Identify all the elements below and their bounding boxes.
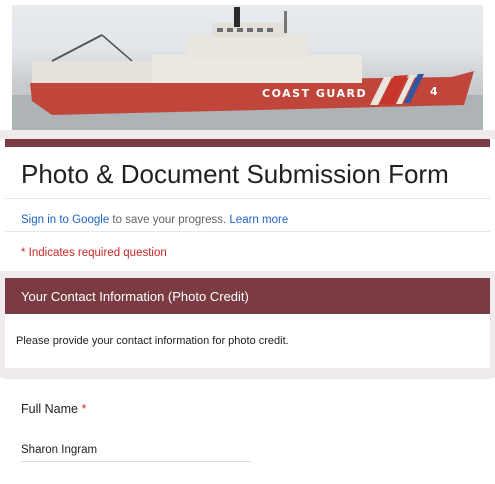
hull-text: COAST GUARD <box>262 87 367 100</box>
title-divider <box>5 198 490 199</box>
question-card-full-name: Full Name * <box>5 378 490 484</box>
section-description-card: Please provide your contact information … <box>5 314 490 368</box>
learn-more-link[interactable]: Learn more <box>229 214 288 226</box>
header-banner-image: COAST GUARD 4 <box>12 5 483 130</box>
ship-illustration: COAST GUARD 4 <box>12 7 483 130</box>
page-background <box>0 130 495 139</box>
required-asterisk: * <box>81 402 87 416</box>
question-label-text: Full Name <box>21 402 78 416</box>
section-header: Your Contact Information (Photo Credit) <box>5 278 490 314</box>
question-label: Full Name * <box>21 402 86 416</box>
signin-link[interactable]: Sign in to Google <box>21 214 109 226</box>
full-name-input[interactable] <box>21 439 251 462</box>
hull-number: 4 <box>430 85 438 98</box>
section-title: Your Contact Information (Photo Credit) <box>21 289 249 304</box>
signin-notice: Sign in to Google to save your progress.… <box>21 214 288 226</box>
form-title: Photo & Document Submission Form <box>21 159 449 189</box>
signin-divider <box>5 231 490 232</box>
required-note: * Indicates required question <box>21 247 167 259</box>
section-description: Please provide your contact information … <box>16 335 289 347</box>
form-title-card: Photo & Document Submission Form Sign in… <box>5 139 490 271</box>
signin-text: to save your progress. <box>109 214 230 226</box>
